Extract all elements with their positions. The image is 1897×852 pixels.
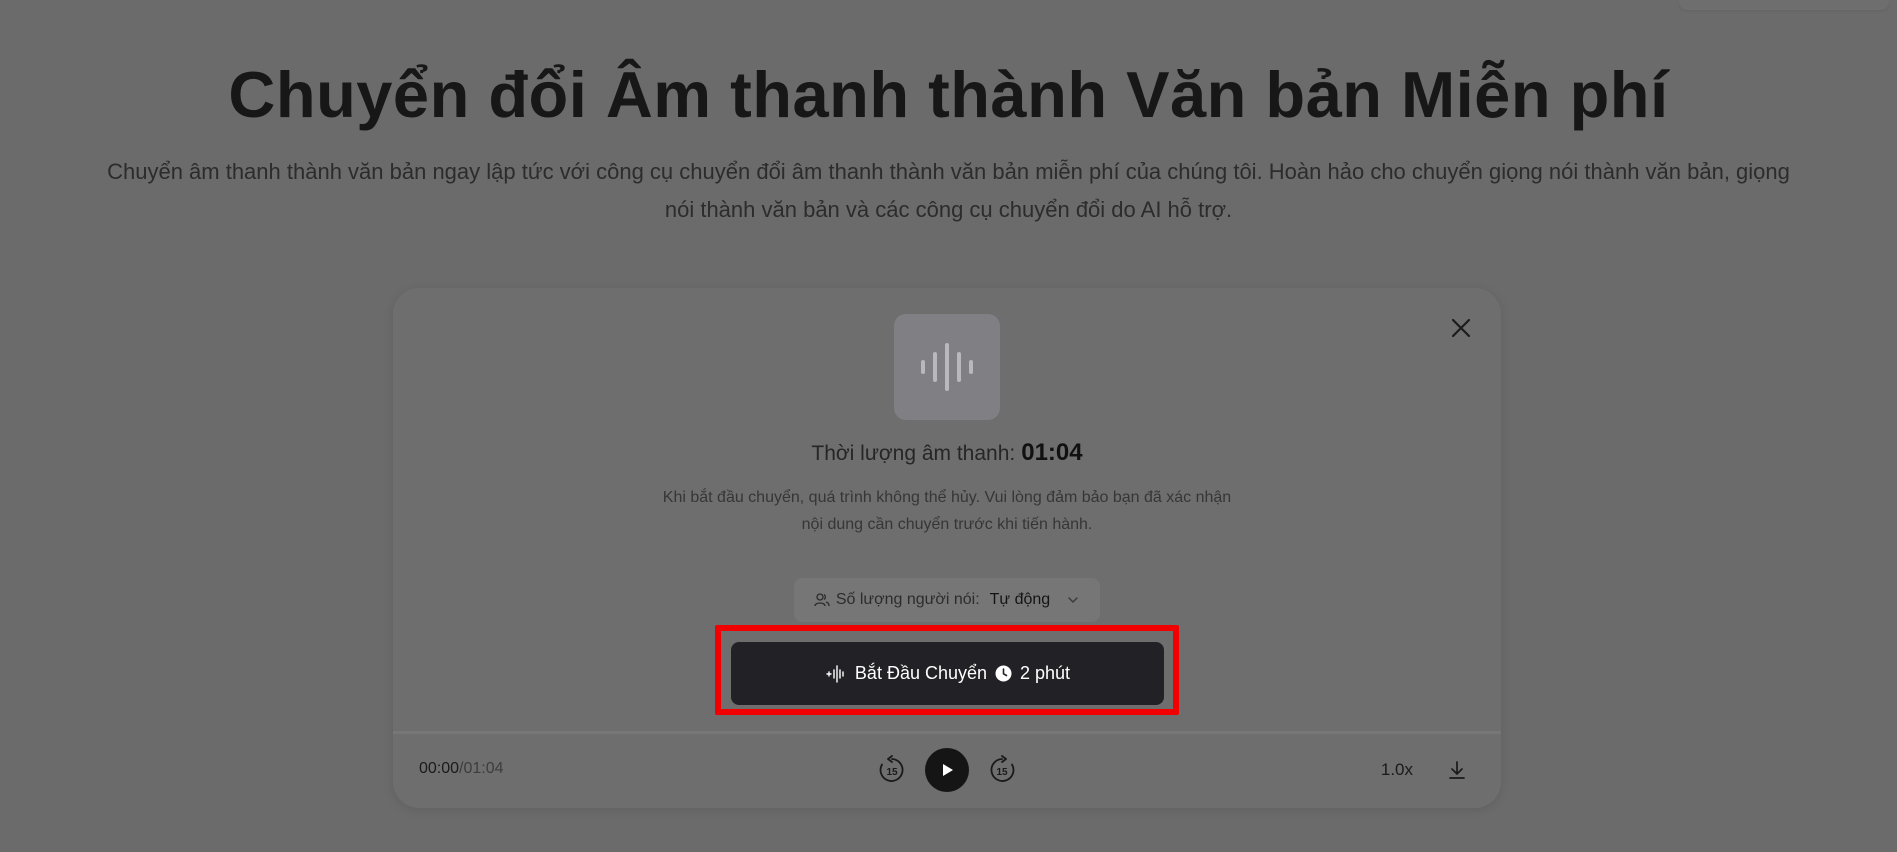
rewind-seconds: 15 bbox=[886, 767, 898, 778]
playback-controls: 15 15 bbox=[877, 746, 1017, 794]
speaker-count-value: Tự động bbox=[989, 591, 1051, 608]
forward-15-button[interactable]: 15 bbox=[987, 755, 1017, 785]
audio-duration: Thời lượng âm thanh: 01:04 bbox=[393, 438, 1501, 469]
subtitle-line-2: nói thành văn bản và các công cụ chuyển … bbox=[664, 197, 1233, 222]
forward-15-icon: 15 bbox=[990, 755, 1015, 782]
irreversible-notice: Khi bắt đầu chuyển, quá trình không thể … bbox=[393, 484, 1501, 538]
clock-icon bbox=[995, 665, 1012, 682]
audio-file-thumbnail bbox=[894, 314, 1000, 420]
forward-seconds: 15 bbox=[996, 767, 1008, 778]
top-right-panel-edge bbox=[1679, 0, 1889, 10]
download-button[interactable] bbox=[1443, 756, 1471, 784]
start-button-label: Bắt Đầu Chuyển bbox=[854, 663, 988, 683]
notice-line-2: nội dung cần chuyển trước khi tiến hành. bbox=[801, 516, 1093, 533]
start-button-eta: 2 phút bbox=[1020, 663, 1071, 683]
close-icon bbox=[1451, 318, 1471, 338]
download-icon bbox=[1449, 761, 1465, 779]
play-icon bbox=[943, 764, 953, 776]
play-button[interactable] bbox=[925, 748, 969, 792]
playback-speed-button[interactable]: 1.0x bbox=[1381, 760, 1413, 780]
waveform-icon bbox=[921, 343, 973, 391]
hero-section: Chuyển đổi Âm thanh thành Văn bản Miễn p… bbox=[0, 55, 1897, 229]
sparkle-waveform-icon bbox=[826, 664, 844, 683]
notice-line-1: Khi bắt đầu chuyển, quá trình không thể … bbox=[662, 489, 1232, 506]
start-transcription-button[interactable]: Bắt Đầu Chuyển 2 phút bbox=[731, 642, 1164, 705]
total-time: /01:04 bbox=[459, 760, 504, 777]
page-subtitle: Chuyển âm thanh thành văn bản ngay lập t… bbox=[29, 153, 1869, 229]
rewind-15-icon: 15 bbox=[879, 755, 904, 782]
duration-value: 01:04 bbox=[1021, 439, 1083, 466]
playback-time: 00:00/01:04 bbox=[419, 760, 504, 778]
chevron-down-icon bbox=[1068, 597, 1078, 603]
audio-player: 00:00/01:04 15 15 1.0x bbox=[393, 734, 1501, 808]
rewind-15-button[interactable]: 15 bbox=[877, 755, 907, 785]
users-icon bbox=[814, 593, 830, 607]
speaker-count-label: Số lượng người nói: bbox=[835, 591, 980, 608]
speaker-count-select[interactable]: Số lượng người nói: Tự động bbox=[794, 578, 1100, 622]
current-time: 00:00 bbox=[419, 760, 460, 777]
transcription-dialog: Thời lượng âm thanh: 01:04 Khi bắt đầu ch… bbox=[393, 288, 1501, 808]
page-title: Chuyển đổi Âm thanh thành Văn bản Miễn p… bbox=[228, 58, 1669, 131]
subtitle-line-1: Chuyển âm thanh thành văn bản ngay lập t… bbox=[107, 159, 1790, 184]
close-button[interactable] bbox=[1443, 310, 1479, 346]
duration-label: Thời lượng âm thanh: bbox=[811, 442, 1016, 465]
